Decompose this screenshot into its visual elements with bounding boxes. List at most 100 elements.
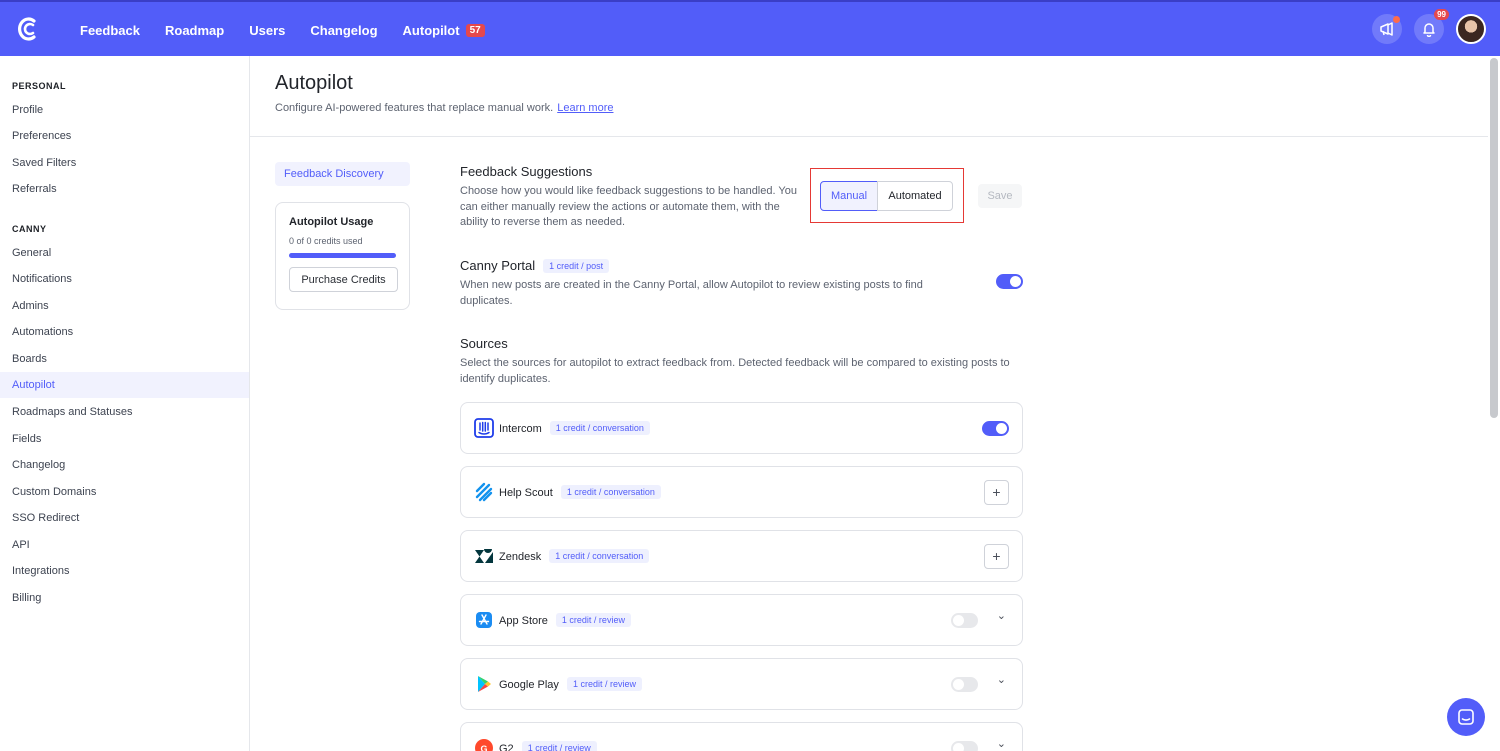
sidebar-item-preferences[interactable]: Preferences xyxy=(0,123,249,149)
sidebar-item-integrations[interactable]: Integrations xyxy=(0,558,249,584)
credit-badge: 1 credit / conversation xyxy=(549,549,650,563)
source-label: G2 xyxy=(499,743,514,751)
learn-more-link[interactable]: Learn more xyxy=(557,102,613,114)
source-label: App Store xyxy=(499,615,548,627)
usage-progress-bar xyxy=(289,253,396,258)
canny-portal-toggle[interactable] xyxy=(996,274,1023,289)
usage-title: Autopilot Usage xyxy=(289,216,374,228)
page-title: Autopilot xyxy=(275,72,353,94)
sources-desc: Select the sources for autopilot to extr… xyxy=(460,357,1010,385)
chevron-down-icon[interactable]: ⌄ xyxy=(997,609,1006,622)
nav-autopilot[interactable]: Autopilot 57 xyxy=(403,23,485,38)
canny-portal-desc: When new posts are created in the Canny … xyxy=(460,279,923,307)
source-name: Zendesk 1 credit / conversation xyxy=(499,549,650,563)
tab-feedback-discovery[interactable]: Feedback Discovery xyxy=(275,162,410,186)
source-name: Intercom 1 credit / conversation xyxy=(499,421,650,435)
chevron-down-icon[interactable]: ⌄ xyxy=(997,673,1006,686)
source-label: Zendesk xyxy=(499,551,542,563)
megaphone-icon xyxy=(1380,22,1393,36)
sidebar-item-automations[interactable]: Automations xyxy=(0,319,249,345)
page-header: Autopilot Configure AI-powered features … xyxy=(250,56,1488,137)
announcements-button[interactable] xyxy=(1372,14,1402,44)
sidebar-item-boards[interactable]: Boards xyxy=(0,346,249,372)
save-button[interactable]: Save xyxy=(978,184,1022,208)
app-store-toggle[interactable] xyxy=(951,613,978,628)
sidebar-item-general[interactable]: General xyxy=(0,240,249,266)
page-subtitle: Configure AI-powered features that repla… xyxy=(275,102,613,114)
sidebar-group-canny: CANNY xyxy=(12,224,47,234)
credit-badge: 1 credit / review xyxy=(555,613,631,627)
sidebar-item-billing[interactable]: Billing xyxy=(0,585,249,611)
announcement-dot xyxy=(1393,16,1400,23)
google-play-toggle[interactable] xyxy=(951,677,978,692)
nav-changelog[interactable]: Changelog xyxy=(310,23,377,38)
chevron-down-icon[interactable]: ⌄ xyxy=(997,737,1006,750)
intercom-icon xyxy=(474,418,494,438)
source-name: Google Play 1 credit / review xyxy=(499,677,642,691)
top-navbar: Feedback Roadmap Users Changelog Autopil… xyxy=(0,0,1500,56)
sidebar-item-admins[interactable]: Admins xyxy=(0,293,249,319)
credit-badge: 1 credit / post xyxy=(543,259,610,273)
nav-feedback[interactable]: Feedback xyxy=(80,23,140,38)
canny-logo-icon[interactable] xyxy=(15,14,41,44)
intercom-toggle[interactable] xyxy=(982,421,1009,436)
subtitle-text: Configure AI-powered features that repla… xyxy=(275,102,554,114)
nav-roadmap[interactable]: Roadmap xyxy=(165,23,224,38)
source-label: Google Play xyxy=(499,679,559,691)
main-nav: Feedback Roadmap Users Changelog Autopil… xyxy=(80,2,510,58)
sidebar-item-autopilot[interactable]: Autopilot xyxy=(0,372,249,398)
purchase-credits-button[interactable]: Purchase Credits xyxy=(289,267,398,292)
automated-option-button[interactable]: Automated xyxy=(877,181,953,211)
sidebar-item-notifications[interactable]: Notifications xyxy=(0,266,249,292)
source-card-app-store: App Store 1 credit / review ⌄ xyxy=(460,594,1023,646)
sidebar-item-sso-redirect[interactable]: SSO Redirect xyxy=(0,505,249,531)
chat-icon xyxy=(1458,709,1474,725)
sources-title: Sources xyxy=(460,336,508,351)
sidebar-item-api[interactable]: API xyxy=(0,532,249,558)
bell-icon xyxy=(1423,23,1435,37)
feedback-suggestions-title: Feedback Suggestions xyxy=(460,164,593,179)
add-help-scout-button[interactable]: + xyxy=(984,480,1009,505)
source-card-g2: G G2 1 credit / review ⌄ xyxy=(460,722,1023,751)
app-store-icon xyxy=(476,612,492,628)
source-label: Help Scout xyxy=(499,487,553,499)
sidebar-item-changelog[interactable]: Changelog xyxy=(0,452,249,478)
notification-count-badge: 99 xyxy=(1434,9,1449,20)
google-play-icon xyxy=(478,676,491,692)
source-name: App Store 1 credit / review xyxy=(499,613,631,627)
chat-launcher-button[interactable] xyxy=(1447,698,1485,736)
autopilot-count-badge: 57 xyxy=(465,23,485,37)
source-card-google-play: Google Play 1 credit / review ⌄ xyxy=(460,658,1023,710)
user-avatar[interactable] xyxy=(1456,14,1486,44)
source-card-intercom: Intercom 1 credit / conversation xyxy=(460,402,1023,454)
autopilot-usage-card: Autopilot Usage 0 of 0 credits used Purc… xyxy=(275,202,410,310)
sidebar-item-saved-filters[interactable]: Saved Filters xyxy=(0,150,249,176)
source-name: G2 1 credit / review xyxy=(499,741,597,751)
credit-badge: 1 credit / conversation xyxy=(549,421,650,435)
notifications-button[interactable]: 99 xyxy=(1414,9,1449,44)
feedback-suggestions-desc: Choose how you would like feedback sugge… xyxy=(460,185,797,228)
usage-credits-text: 0 of 0 credits used xyxy=(289,236,363,246)
page-scrollbar[interactable] xyxy=(1490,58,1498,418)
sidebar-item-custom-domains[interactable]: Custom Domains xyxy=(0,479,249,505)
nav-users[interactable]: Users xyxy=(249,23,285,38)
credit-badge: 1 credit / review xyxy=(521,741,597,751)
help-scout-icon xyxy=(475,482,493,502)
source-card-help-scout: Help Scout 1 credit / conversation + xyxy=(460,466,1023,518)
sidebar-item-referrals[interactable]: Referrals xyxy=(0,176,249,202)
settings-sidebar: PERSONAL Profile Preferences Saved Filte… xyxy=(0,56,250,751)
canny-portal-label: Canny Portal xyxy=(460,258,536,273)
sidebar-item-profile[interactable]: Profile xyxy=(0,97,249,123)
sidebar-item-roadmaps-statuses[interactable]: Roadmaps and Statuses xyxy=(0,399,249,425)
g2-icon: G xyxy=(475,739,493,751)
manual-option-button[interactable]: Manual xyxy=(820,181,878,211)
sidebar-group-personal: PERSONAL xyxy=(12,81,67,91)
sidebar-item-fields[interactable]: Fields xyxy=(0,426,249,452)
credit-badge: 1 credit / conversation xyxy=(560,485,661,499)
g2-toggle[interactable] xyxy=(951,741,978,751)
source-card-zendesk: Zendesk 1 credit / conversation + xyxy=(460,530,1023,582)
canny-portal-title: Canny Portal 1 credit / post xyxy=(460,258,610,273)
add-zendesk-button[interactable]: + xyxy=(984,544,1009,569)
source-name: Help Scout 1 credit / conversation xyxy=(499,485,661,499)
svg-text:G: G xyxy=(480,744,487,751)
